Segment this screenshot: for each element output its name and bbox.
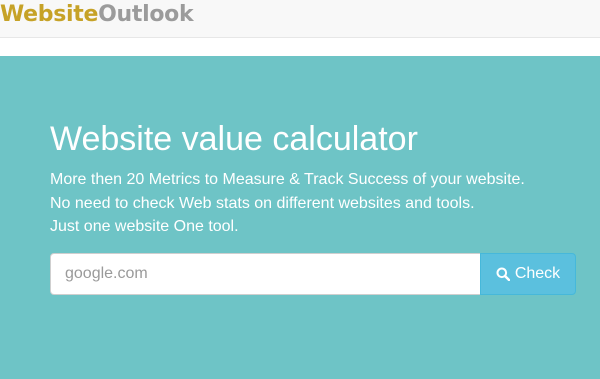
top-navbar: WebsiteOutlook [0,0,600,38]
site-logo[interactable]: WebsiteOutlook [0,1,194,29]
logo-text-outlook: Outlook [98,2,194,27]
check-button[interactable]: Check [480,253,576,295]
hero-line-3: Just one website One tool. [50,218,239,235]
logo-text-website: Website [0,2,99,27]
header-spacer [0,38,600,56]
search-icon [496,267,510,281]
website-url-input[interactable] [50,253,480,295]
hero-section: Website value calculator More then 20 Me… [0,56,600,379]
hero-line-2: No need to check Web stats on different … [50,194,475,212]
hero-line-1: More then 20 Metrics to Measure & Track … [50,171,525,188]
hero-description: More then 20 Metrics to Measure & Track … [50,168,525,239]
url-search-form: Check [50,253,576,295]
hero-title: Website value calculator [50,120,418,158]
check-button-label: Check [514,265,561,282]
